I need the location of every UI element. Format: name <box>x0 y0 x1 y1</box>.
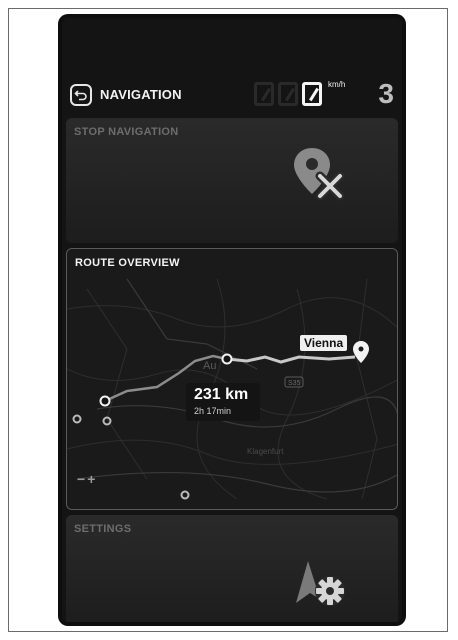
speed-digit <box>302 82 322 106</box>
zoom-out-icon[interactable]: − <box>77 471 87 487</box>
destination-label: Vienna <box>300 335 348 351</box>
route-duration: 2h 17min <box>194 406 232 416</box>
screen: NAVIGATION km/h 3 STOP NAVIGATION S35 Au… <box>62 18 402 622</box>
navigation-settings-icon <box>296 561 345 606</box>
back-arrow-icon <box>74 90 87 101</box>
map-background: S35 Au Klagenfurt <box>67 249 397 509</box>
map-place-label: Au <box>203 360 216 372</box>
stop-navigation-tile[interactable]: STOP NAVIGATION <box>66 118 398 243</box>
zoom-in-icon[interactable]: + <box>87 471 97 487</box>
map-city-label: Klagenfurt <box>247 447 284 456</box>
settings-tile[interactable]: SETTINGS <box>66 515 398 622</box>
stop-navigation-icon <box>294 148 345 201</box>
speed-display <box>254 82 322 108</box>
route-map[interactable]: S35 Au Klagenfurt <box>67 249 397 509</box>
route-info-box: 231 km 2h 17min <box>186 383 260 421</box>
route-overview-label: ROUTE OVERVIEW <box>75 257 180 269</box>
speed-digit <box>254 82 274 106</box>
speed-digit <box>278 82 298 106</box>
route-overview-tile[interactable]: S35 Au Klagenfurt ROUTE OVERVIEW Vienna … <box>66 248 398 510</box>
settings-label: SETTINGS <box>74 523 132 535</box>
road-sign-label: S35 <box>288 380 301 387</box>
page-title: NAVIGATION <box>100 87 182 102</box>
back-button[interactable] <box>70 84 92 106</box>
zoom-control[interactable]: −+ <box>77 471 111 489</box>
speed-unit: km/h <box>328 80 346 89</box>
header-bar: NAVIGATION km/h 3 <box>66 80 398 112</box>
gear-indicator: 3 <box>378 78 394 109</box>
stop-navigation-label: STOP NAVIGATION <box>74 126 179 138</box>
route-distance: 231 km <box>194 386 249 403</box>
dashboard-display: NAVIGATION km/h 3 STOP NAVIGATION S35 Au… <box>58 14 406 626</box>
